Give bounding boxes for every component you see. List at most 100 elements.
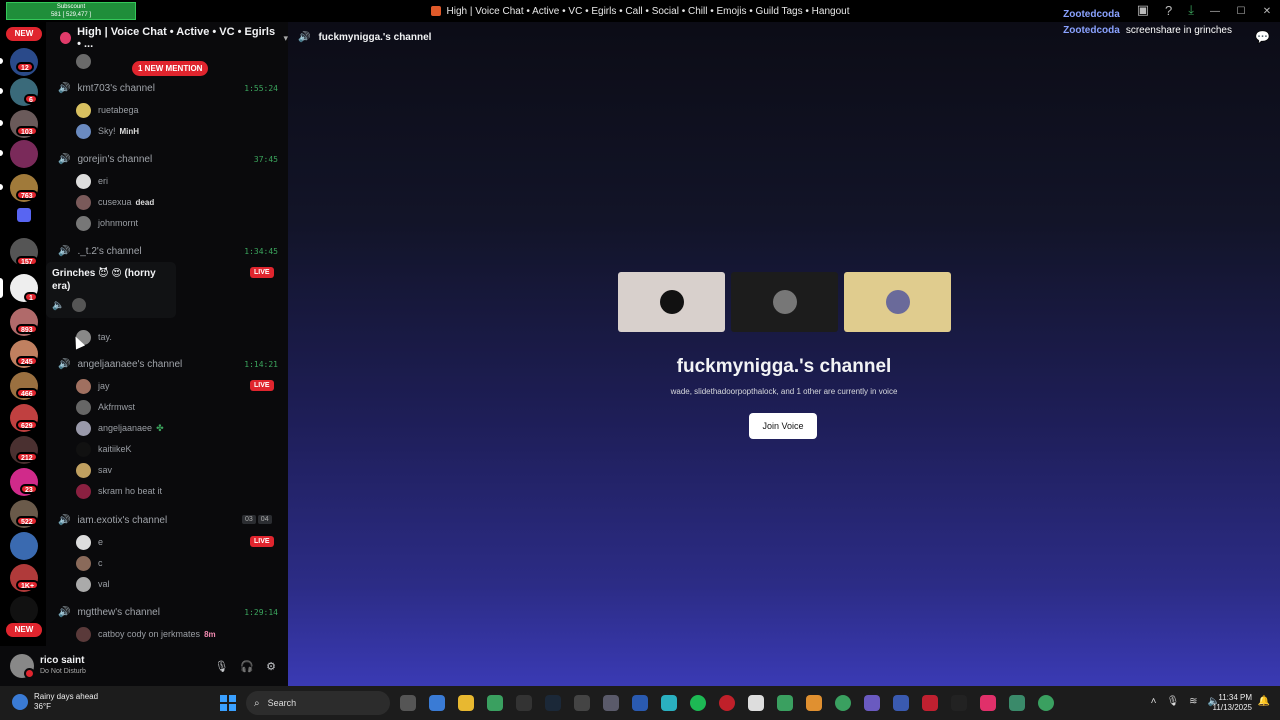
chevron-up-icon[interactable]: ˄	[1151, 696, 1157, 707]
chat-bubble-icon[interactable]: 💬	[1255, 30, 1270, 44]
server-icon	[60, 32, 72, 44]
voice-channel[interactable]: 🔊 angeljaanaee's channel 1:14:21	[58, 356, 278, 372]
avatar	[76, 483, 91, 499]
voice-user[interactable]: eri	[76, 173, 108, 189]
user-limit-pill: 03 04	[242, 515, 272, 524]
voice-user[interactable]: c	[76, 555, 103, 571]
task-view-icon[interactable]	[400, 695, 416, 711]
voice-channel[interactable]: 🔊 ._t.2's channel 1:34:45	[58, 243, 278, 259]
voice-user[interactable]	[76, 53, 98, 69]
subscount-label: Subscount	[56, 4, 86, 10]
server-header[interactable]: High | Voice Chat • Active • VC • Egirls…	[46, 22, 288, 54]
weather-widget[interactable]: Rainy days ahead 36°F	[12, 692, 98, 712]
steam-icon[interactable]	[545, 695, 561, 711]
voice-user[interactable]: sav	[76, 462, 112, 478]
avatar	[76, 576, 91, 592]
app-icon[interactable]	[487, 695, 503, 711]
new-unread-bottom[interactable]: NEW	[6, 623, 42, 637]
live-badge: LIVE	[250, 380, 274, 391]
app-icon[interactable]	[574, 695, 590, 711]
start-button[interactable]	[220, 695, 236, 711]
copilot-icon[interactable]	[429, 695, 445, 711]
server-badge: 157	[16, 256, 38, 266]
app-icon[interactable]	[632, 695, 648, 711]
voice-user[interactable]: ruetabega	[76, 102, 139, 118]
taskbar-search[interactable]: ⌕ Search	[246, 691, 390, 715]
voice-user[interactable]: kaitiikeK	[76, 441, 132, 457]
windows-taskbar: Rainy days ahead 36°F ⌕ Search ˄ 🎙 ≋ 🔈 1…	[0, 686, 1280, 720]
voice-user-name: eri	[98, 176, 109, 186]
avatar	[76, 173, 91, 189]
headphones-icon[interactable]: 🎧	[240, 660, 254, 673]
voice-user[interactable]: catboy cody on jerkmates 8m	[76, 626, 216, 642]
avatar	[76, 378, 91, 394]
notification-bell-icon[interactable]: 🔔	[1258, 696, 1270, 707]
subscount-badge: Subscount 581 [ 529,477 ]	[6, 2, 136, 20]
voice-user[interactable]: e	[76, 534, 103, 550]
self-names[interactable]: rico saint Do Not Disturb	[40, 655, 86, 677]
voice-channel[interactable]: 🔊 gorejin's channel 37:45	[58, 151, 278, 167]
server-name: High | Voice Chat • Active • VC • Egirls…	[77, 26, 276, 50]
app-icon[interactable]	[951, 695, 967, 711]
voice-channel[interactable]: 🔊 mgtthew's channel 1:29:14	[58, 604, 278, 620]
voice-channel[interactable]: 🔊 kmt703's channel 1:55:24	[58, 80, 278, 96]
overlay-message: screenshare in grinches	[1125, 25, 1232, 36]
voice-user-name: e	[98, 537, 104, 547]
voice-user[interactable]: Akfrmwst	[76, 399, 135, 415]
wifi-icon[interactable]: ≋	[1189, 696, 1197, 707]
voice-user-name: Sky!	[98, 126, 116, 136]
voice-user[interactable]: angeljaanaee ✤	[76, 420, 164, 436]
voice-user-name: johnmornt	[98, 218, 139, 228]
app-icon[interactable]	[864, 695, 880, 711]
app-icon[interactable]	[777, 695, 793, 711]
server-icon[interactable]	[10, 532, 38, 560]
microphone-icon[interactable]: 🎙	[214, 660, 228, 673]
app-icon[interactable]	[893, 695, 909, 711]
voice-user-name: tay.	[98, 332, 112, 342]
voice-timer: 1:55:24	[244, 83, 278, 93]
voice-user[interactable]: johnmornt	[76, 215, 138, 231]
spotify-icon[interactable]	[690, 695, 706, 711]
voice-user-name: catboy cody on jerkmates	[98, 629, 201, 639]
close-button[interactable]: ✕	[1254, 0, 1280, 22]
server-icon[interactable]	[10, 596, 38, 624]
speaker-icon: 🔈	[52, 299, 65, 311]
voice-user[interactable]: skram ho beat it	[76, 483, 162, 499]
edge-icon[interactable]	[661, 695, 677, 711]
app-icon[interactable]	[516, 695, 532, 711]
avatar	[76, 102, 91, 118]
self-avatar[interactable]	[10, 654, 35, 679]
voice-participant-tile[interactable]	[618, 272, 725, 332]
chrome-icon[interactable]	[835, 695, 851, 711]
new-mention-pill[interactable]: 1 NEW MENTION	[132, 61, 209, 76]
app-icon[interactable]	[806, 695, 822, 711]
taskbar-clock[interactable]: 11:34 PM 11/13/2025	[1213, 693, 1252, 713]
search-icon: ⌕	[254, 697, 260, 709]
file-explorer-icon[interactable]	[458, 695, 474, 711]
voice-user[interactable]: Sky! MinH	[76, 123, 139, 139]
voice-participant-tile[interactable]	[844, 272, 951, 332]
folder-icon[interactable]	[17, 208, 31, 222]
speaker-icon: 🔊	[58, 82, 71, 94]
join-voice-button[interactable]: Join Voice	[749, 413, 817, 439]
main-content: 🔊 fuckmynigga.'s channel Zootedcoda Zoot…	[288, 9, 1280, 686]
window-title: High | Voice Chat • Active • VC • Egirls…	[446, 5, 850, 17]
weather-icon	[12, 694, 28, 710]
clock-date: 11/13/2025	[1212, 703, 1252, 712]
settings-icon[interactable]	[603, 695, 619, 711]
settings-gear-icon[interactable]: ⚙	[266, 660, 276, 673]
microphone-icon[interactable]: 🎙	[1166, 696, 1179, 707]
chrome-icon[interactable]	[1038, 695, 1054, 711]
server-icon[interactable]	[10, 140, 38, 168]
app-icon[interactable]	[922, 695, 938, 711]
tiktok-icon[interactable]	[980, 695, 996, 711]
voice-user[interactable]: cusexua dead	[76, 194, 154, 210]
app-icon[interactable]	[748, 695, 764, 711]
voice-user[interactable]: val	[76, 576, 110, 592]
voice-participant-tile[interactable]	[731, 272, 838, 332]
opera-icon[interactable]	[719, 695, 735, 711]
app-icon[interactable]	[1009, 695, 1025, 711]
live-badge: LIVE	[250, 536, 274, 547]
new-unread-top[interactable]: NEW	[6, 27, 42, 41]
voice-user[interactable]: jay	[76, 378, 110, 394]
